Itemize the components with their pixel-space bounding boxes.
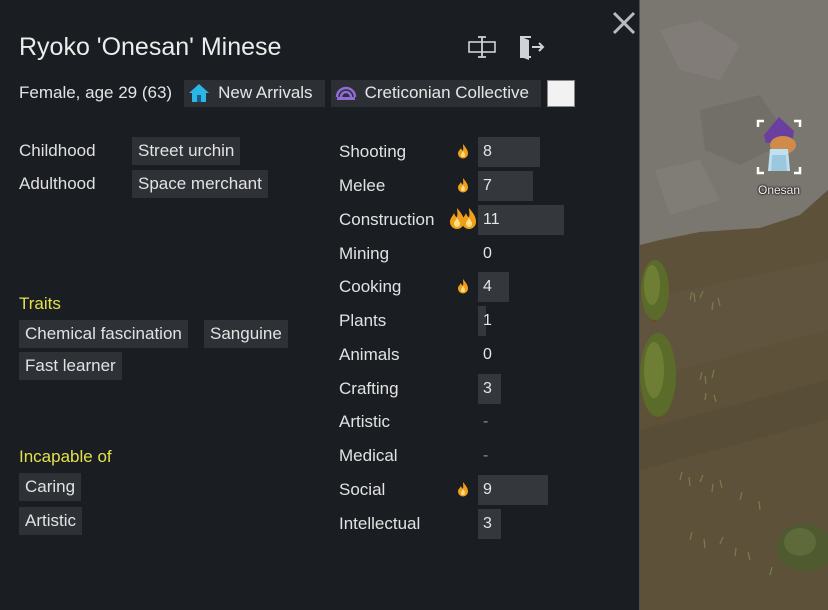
skill-value: 7 bbox=[483, 177, 492, 194]
skill-row-crafting[interactable]: Crafting 3 bbox=[339, 374, 599, 404]
colonist-name-label: Onesan bbox=[757, 183, 801, 197]
skill-value: 1 bbox=[483, 312, 492, 329]
skill-name: Shooting bbox=[339, 142, 407, 161]
flame-icon bbox=[457, 143, 469, 164]
adulthood-label: Adulthood bbox=[19, 174, 96, 193]
faction-label: Creticonian Collective bbox=[364, 83, 529, 102]
traits-title: Traits bbox=[19, 294, 61, 313]
skill-name: Mining bbox=[339, 244, 390, 263]
gender-age-text: Female, age 29 (63) bbox=[19, 83, 173, 102]
skill-row-shooting[interactable]: Shooting 8 bbox=[339, 137, 599, 167]
pawn-name: Ryoko 'Onesan' Minese bbox=[19, 33, 282, 61]
pawn-subline: Female, age 29 (63) New Arrivals Cretico… bbox=[19, 79, 575, 107]
faction-chip[interactable]: Creticonian Collective bbox=[330, 79, 541, 107]
skill-name: Cooking bbox=[339, 277, 402, 296]
colonist-map-marker[interactable]: Onesan bbox=[750, 115, 808, 201]
childhood-label: Childhood bbox=[19, 141, 96, 160]
skill-row-cooking[interactable]: Cooking 4 bbox=[339, 272, 599, 302]
banish-button[interactable] bbox=[517, 33, 547, 61]
skill-value: - bbox=[483, 413, 489, 430]
banish-icon bbox=[520, 36, 545, 60]
skill-name: Artistic bbox=[339, 412, 390, 431]
incapable-tag[interactable]: Caring bbox=[19, 473, 82, 501]
rename-button[interactable] bbox=[467, 33, 497, 61]
skill-row-artistic[interactable]: Artistic - bbox=[339, 407, 599, 437]
character-card-panel: Ryoko 'Onesan' Minese Female, age 29 (63… bbox=[0, 0, 640, 610]
skill-name: Melee bbox=[339, 176, 386, 195]
ideoligion-chip[interactable]: New Arrivals bbox=[184, 79, 325, 107]
skill-value: 9 bbox=[483, 481, 492, 498]
skill-row-construction[interactable]: Construction 11 bbox=[339, 205, 599, 235]
childhood-backstory-tag[interactable]: Street urchin bbox=[132, 137, 241, 165]
skill-name: Crafting bbox=[339, 379, 399, 398]
skill-row-plants[interactable]: Plants 1 bbox=[339, 306, 599, 336]
rename-icon bbox=[468, 36, 496, 58]
colonist-sprite bbox=[756, 117, 802, 175]
skill-row-social[interactable]: Social 9 bbox=[339, 475, 599, 505]
trait-tag[interactable]: Sanguine bbox=[204, 320, 288, 348]
close-button[interactable] bbox=[610, 9, 638, 37]
close-icon bbox=[612, 11, 636, 35]
skill-row-animals[interactable]: Animals 0 bbox=[339, 340, 599, 370]
incapable-tag[interactable]: Artistic bbox=[19, 507, 82, 535]
skill-value: 3 bbox=[483, 380, 492, 397]
faction-icon bbox=[335, 86, 356, 100]
ideoligion-label: New Arrivals bbox=[218, 83, 313, 102]
double-flame-icon bbox=[449, 206, 477, 237]
house-icon bbox=[189, 84, 210, 102]
incapable-title: Incapable of bbox=[19, 447, 112, 466]
skill-value: 11 bbox=[483, 211, 500, 228]
skill-row-intellectual[interactable]: Intellectual 3 bbox=[339, 509, 599, 539]
flame-icon bbox=[457, 278, 469, 299]
flame-icon bbox=[457, 481, 469, 502]
skill-name: Medical bbox=[339, 446, 398, 465]
faction-color-swatch[interactable] bbox=[546, 79, 575, 107]
skill-name: Intellectual bbox=[339, 514, 421, 533]
skill-value: 8 bbox=[483, 143, 492, 160]
trait-tag[interactable]: Fast learner bbox=[19, 352, 122, 380]
skill-name: Social bbox=[339, 480, 386, 499]
skill-value: 4 bbox=[483, 278, 492, 295]
skill-name: Plants bbox=[339, 311, 387, 330]
skill-value: 0 bbox=[483, 245, 492, 262]
skill-row-mining[interactable]: Mining 0 bbox=[339, 239, 599, 269]
trait-tag[interactable]: Chemical fascination bbox=[19, 320, 188, 348]
skill-value: 0 bbox=[483, 346, 492, 363]
skill-row-medical[interactable]: Medical - bbox=[339, 441, 599, 471]
adulthood-backstory-tag[interactable]: Space merchant bbox=[132, 170, 268, 198]
skill-value: - bbox=[483, 447, 489, 464]
flame-icon bbox=[457, 177, 469, 198]
skill-value: 3 bbox=[483, 515, 492, 532]
skill-name: Construction bbox=[339, 210, 435, 229]
skill-row-melee[interactable]: Melee 7 bbox=[339, 171, 599, 201]
skill-name: Animals bbox=[339, 345, 400, 364]
